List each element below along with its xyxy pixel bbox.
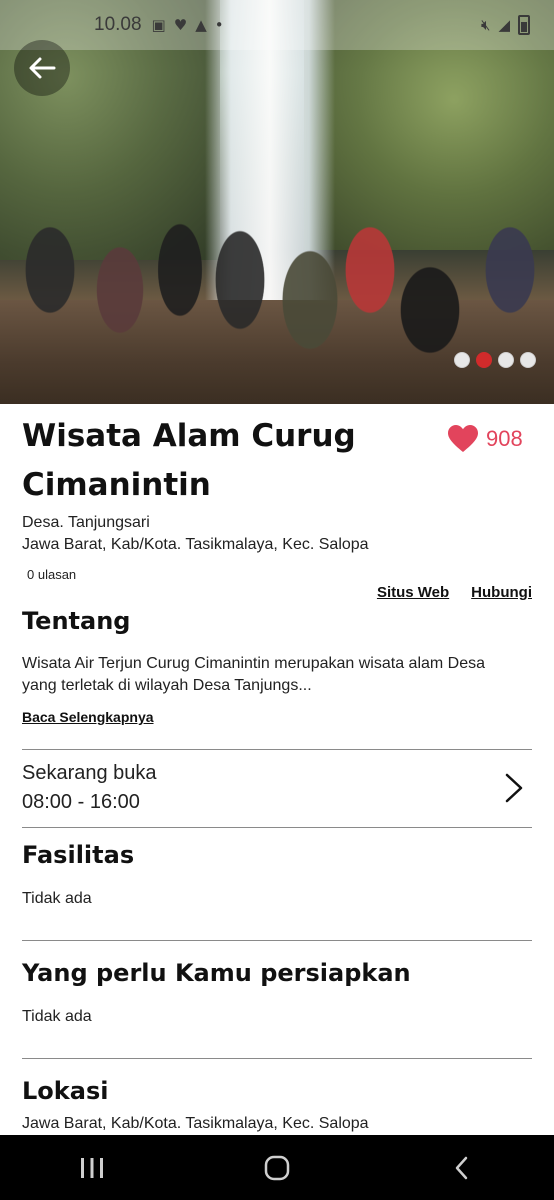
arrow-left-icon <box>29 57 56 79</box>
review-count[interactable]: 0 ulasan <box>27 567 76 582</box>
chevron-right-icon <box>505 773 523 803</box>
status-system-icons: 🔇︎ ◢ <box>481 15 530 35</box>
dot-icon: • <box>214 16 224 34</box>
hero-image[interactable]: 10.08 ▣ ♥ ▲ • 🔇︎ ◢ <box>0 0 554 404</box>
divider <box>22 940 532 941</box>
action-links: Situs Web Hubungi <box>377 584 532 601</box>
about-text-line-1: Wisata Air Terjun Curug Cimanintin merup… <box>22 655 486 672</box>
address-line-1: Desa. Tanjungsari <box>22 514 150 531</box>
carousel-dot[interactable] <box>454 352 470 368</box>
carousel-dot[interactable] <box>520 352 536 368</box>
carousel-indicator <box>454 352 536 368</box>
prepare-value: Tidak ada <box>22 1008 92 1025</box>
location-heading: Lokasi <box>22 1077 109 1105</box>
status-time: 10.08 <box>94 14 142 35</box>
opening-hours-row[interactable]: Sekarang buka 08:00 - 16:00 <box>22 750 532 828</box>
heart-icon <box>448 425 478 452</box>
carousel-dot-active[interactable] <box>476 352 492 368</box>
about-text-line-2: yang terletak di wilayah Desa Tanjungs..… <box>22 677 312 694</box>
back-nav-button[interactable] <box>432 1143 492 1193</box>
back-button[interactable] <box>14 40 70 96</box>
recents-icon <box>81 1157 104 1178</box>
about-heading: Tentang <box>22 607 131 635</box>
recents-button[interactable] <box>62 1143 122 1193</box>
carousel-dot[interactable] <box>498 352 514 368</box>
system-nav-bar <box>0 1135 554 1200</box>
divider <box>22 1058 532 1059</box>
opening-hours: 08:00 - 16:00 <box>22 791 140 813</box>
like-button[interactable]: 908 <box>448 425 523 453</box>
like-count: 908 <box>486 426 523 451</box>
page-title: Wisata Alam Curug Cimanintin <box>22 418 356 503</box>
contact-link[interactable]: Hubungi <box>471 584 532 601</box>
location-value: Jawa Barat, Kab/Kota. Tasikmalaya, Kec. … <box>22 1115 369 1132</box>
prepare-heading: Yang perlu Kamu persiapkan <box>22 959 411 987</box>
address: Desa. Tanjungsari Jawa Barat, Kab/Kota. … <box>22 512 369 556</box>
read-more-link[interactable]: Baca Selengkapnya <box>22 709 154 725</box>
facilities-heading: Fasilitas <box>22 841 135 869</box>
battery-icon <box>518 15 530 35</box>
mute-icon: 🔇︎ <box>481 16 491 34</box>
status-notification-icons: ▣ ♥ ▲ • <box>152 16 224 34</box>
home-icon <box>264 1155 290 1180</box>
image-icon: ▣ <box>151 16 166 34</box>
about-text: Wisata Air Terjun Curug Cimanintin merup… <box>22 653 485 697</box>
status-bar: 10.08 ▣ ♥ ▲ • 🔇︎ ◢ <box>0 0 554 50</box>
website-link[interactable]: Situs Web <box>377 584 449 601</box>
heart-icon: ♥ <box>173 16 188 34</box>
divider <box>22 827 532 828</box>
signal-icon: ◢ <box>498 16 510 34</box>
back-icon <box>455 1156 467 1179</box>
home-button[interactable] <box>247 1143 307 1193</box>
address-line-2: Jawa Barat, Kab/Kota. Tasikmalaya, Kec. … <box>22 536 369 553</box>
warning-icon: ▲ <box>195 16 207 34</box>
facilities-value: Tidak ada <box>22 890 92 907</box>
open-status: Sekarang buka <box>22 762 157 784</box>
